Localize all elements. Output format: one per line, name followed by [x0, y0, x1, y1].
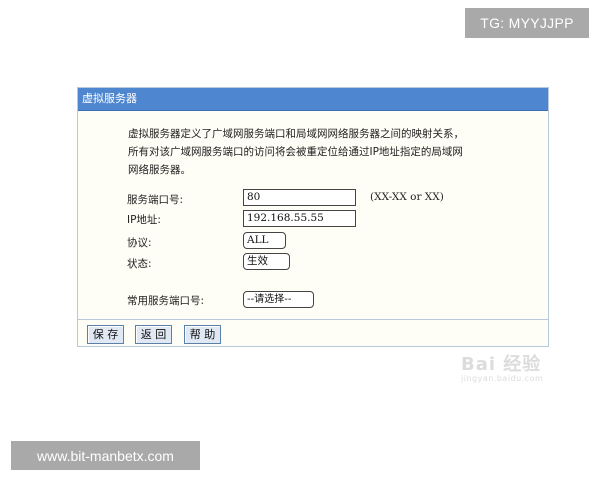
description-line-3: 网络服务器。 — [128, 164, 191, 176]
back-button[interactable]: 返 回 — [135, 325, 172, 344]
watermark-sub: jingyan.baidu.com — [461, 374, 544, 383]
url-label-badge: www.bit-manbetx.com — [11, 441, 200, 470]
tg-label-badge: TG: MYYJJPP — [465, 8, 589, 38]
description-line-2: 所有对该广域网服务端口的访问将会被重定位给通过IP地址指定的局域网 — [128, 146, 463, 158]
common-port-label: 常用服务端口号: — [127, 295, 205, 307]
help-button[interactable]: 帮 助 — [184, 325, 221, 344]
protocol-label: 协议: — [127, 237, 152, 249]
protocol-select[interactable]: ALL — [243, 232, 286, 249]
ip-label: IP地址: — [127, 214, 161, 226]
common-port-select[interactable]: --请选择-- — [243, 291, 314, 308]
description-line-1: 虚拟服务器定义了广域网服务端口和局域网网络服务器之间的映射关系， — [128, 128, 464, 140]
port-input[interactable]: 80 — [243, 189, 356, 206]
panel-footer: 保 存 返 回 帮 助 — [78, 319, 548, 346]
panel-title: 虚拟服务器 — [78, 88, 548, 111]
port-hint: (XX-XX or XX) — [370, 191, 444, 203]
watermark-brand: Bai 经验 — [461, 354, 542, 375]
status-label: 状态: — [127, 258, 152, 270]
baidu-watermark: Bai 经验 jingyan.baidu.com — [461, 350, 581, 386]
port-label: 服务端口号: — [127, 194, 184, 206]
ip-input[interactable]: 192.168.55.55 — [243, 210, 356, 227]
status-select[interactable]: 生效 — [243, 253, 290, 270]
panel-body: 虚拟服务器定义了广域网服务端口和局域网网络服务器之间的映射关系， 所有对该广域网… — [78, 111, 548, 320]
save-button[interactable]: 保 存 — [87, 325, 124, 344]
panel-description: 虚拟服务器定义了广域网服务端口和局域网网络服务器之间的映射关系， 所有对该广域网… — [128, 125, 533, 179]
virtual-server-panel: 虚拟服务器 虚拟服务器定义了广域网服务端口和局域网网络服务器之间的映射关系， 所… — [77, 87, 549, 347]
